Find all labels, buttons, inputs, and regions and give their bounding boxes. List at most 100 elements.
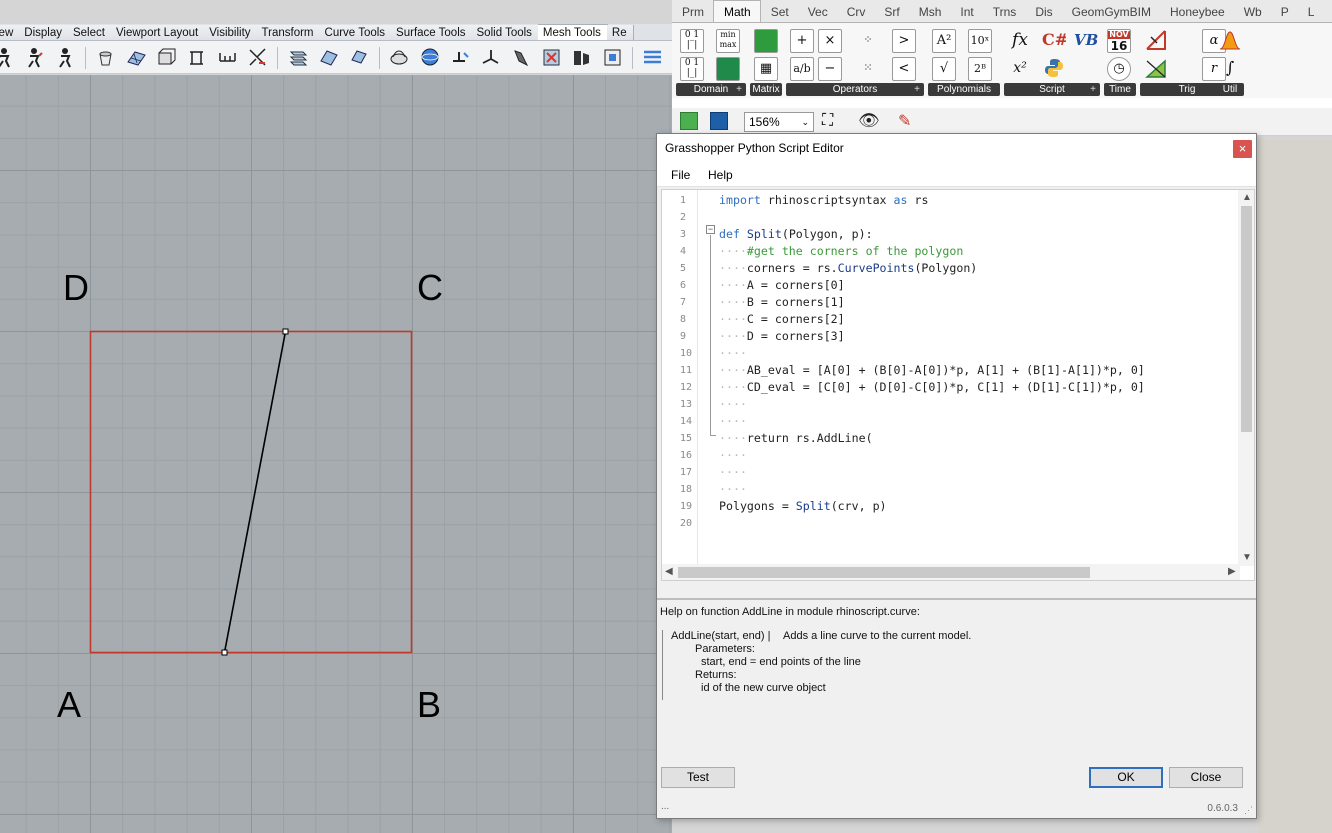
calendar-icon[interactable]: NOV 16 (1107, 29, 1131, 53)
gaussian-icon[interactable] (1218, 29, 1242, 53)
perspective-viewport[interactable]: D C A B (0, 75, 672, 833)
smaller-than-icon[interactable]: < (892, 57, 916, 81)
rhino-tab-curve-tools[interactable]: Curve Tools (319, 25, 393, 40)
gh-tab-m[interactable]: M (1323, 1, 1332, 22)
gh-tab-wb[interactable]: Wb (1234, 1, 1271, 22)
integral-icon[interactable]: ∫ (1218, 57, 1242, 81)
rhino-tab-render[interactable]: Re (606, 25, 634, 40)
close-button[interactable]: Close (1169, 767, 1243, 788)
mesh-from-surface-icon[interactable] (389, 47, 410, 68)
mesh-stack-icon[interactable] (288, 47, 309, 68)
ok-button[interactable]: OK (1089, 767, 1163, 788)
preview-eye-icon[interactable]: 👁 (858, 111, 880, 131)
gh-tab-vec[interactable]: Vec (798, 1, 837, 22)
scroll-left-icon[interactable]: ◀ (665, 566, 673, 577)
multiplication-icon[interactable]: × (818, 29, 842, 53)
subtraction-icon[interactable]: − (818, 57, 842, 81)
triangle-trigonometry-icon[interactable] (1144, 57, 1168, 81)
gh-tab-msh[interactable]: Msh (909, 1, 951, 22)
gh-tab-geomgymbim[interactable]: GeomGymBIM (1062, 1, 1160, 22)
mesh-faces-icon[interactable] (642, 47, 663, 68)
close-icon[interactable]: × (1233, 140, 1252, 158)
mesh-cylinder-icon[interactable] (186, 47, 207, 68)
vertical-scroll-thumb[interactable] (1241, 206, 1252, 432)
group-label-polynomials[interactable]: Polynomials (928, 83, 1000, 96)
gh-tab-srf[interactable]: Srf (874, 1, 908, 22)
power-of-ten-icon[interactable]: 10ˣ (968, 29, 992, 53)
group-label-util[interactable]: Util (1216, 83, 1244, 96)
cup-mesh-icon[interactable] (95, 47, 116, 68)
rhino-tab-mesh-tools[interactable]: Mesh Tools (537, 24, 608, 40)
gh-tab-prm[interactable]: Prm (672, 1, 713, 22)
power-of-two-b-icon[interactable]: 2ᴮ (968, 57, 992, 81)
mesh-boolean-icon[interactable] (541, 47, 562, 68)
save-file-icon[interactable] (710, 112, 728, 130)
rhino-tab-display[interactable]: Display (19, 25, 69, 40)
mesh-extract-icon[interactable] (450, 47, 471, 68)
rhino-tab-surface-tools[interactable]: Surface Tools (391, 25, 473, 40)
group-label-script[interactable]: Script + (1004, 83, 1100, 96)
mesh-grid-icon[interactable] (217, 47, 238, 68)
addition-icon[interactable]: + (790, 29, 814, 53)
mesh-patch-icon[interactable] (318, 47, 339, 68)
rhino-tab-transform[interactable]: Transform (256, 25, 321, 40)
gh-tab-l[interactable]: L (1298, 1, 1324, 22)
grasshopper-canvas[interactable] (1258, 140, 1332, 833)
gh-tab-trns[interactable]: Trns (983, 1, 1026, 22)
test-button[interactable]: Test (661, 767, 735, 788)
mesh-reduce-icon[interactable] (602, 47, 623, 68)
rhino-tab-viewport-layout[interactable]: Viewport Layout (110, 25, 206, 40)
square-root-icon[interactable]: √ (932, 57, 956, 81)
horizontal-scrollbar[interactable]: ◀ ▶ (662, 564, 1240, 580)
rhino-tab-select[interactable]: Select (67, 25, 112, 40)
fold-toggle-icon[interactable]: − (706, 225, 715, 234)
mesh-split-icon[interactable] (247, 47, 268, 68)
right-trigonometry-icon[interactable] (1144, 29, 1168, 53)
zoom-dropdown[interactable]: 156% ⌄ (744, 112, 814, 132)
gh-tab-p[interactable]: P (1271, 1, 1298, 22)
open-file-icon[interactable] (680, 112, 698, 130)
code-editor[interactable]: 1 2 3 4 5 6 7 8 9 10 11 12 13 14 15 16 1… (661, 189, 1255, 581)
mesh-trim-icon[interactable] (480, 47, 501, 68)
larger-than-icon[interactable]: > (892, 29, 916, 53)
gh-tab-crv[interactable]: Crv (837, 1, 875, 22)
scroll-right-icon[interactable]: ▶ (1228, 566, 1236, 577)
csharp-script-icon[interactable]: C# (1042, 29, 1066, 53)
vertical-scrollbar[interactable]: ▲ ▼ (1238, 190, 1254, 566)
gh-tab-int[interactable]: Int (950, 1, 982, 22)
group-label-operators[interactable]: Operators + (786, 83, 924, 96)
python-script-icon[interactable] (1042, 57, 1066, 81)
rhino-tab-visibility[interactable]: Visibility (204, 25, 258, 40)
power-of-two-icon[interactable]: A² (932, 29, 956, 53)
mesh-box-icon[interactable] (156, 47, 177, 68)
division-icon[interactable]: a/b (790, 57, 814, 81)
gh-tab-set[interactable]: Set (761, 1, 798, 22)
scroll-down-icon[interactable]: ▼ (1242, 552, 1252, 563)
display-matrix-icon[interactable]: ▦ (754, 57, 778, 81)
menu-file[interactable]: File (671, 168, 690, 182)
matrix-icon[interactable] (754, 29, 778, 53)
clock-icon[interactable]: ◷ (1107, 57, 1131, 81)
expression-icon[interactable]: fx (1008, 29, 1032, 53)
divide-domain-icon[interactable] (716, 57, 740, 81)
rhino-tab-view[interactable]: iew (0, 25, 21, 40)
mesh-repair-icon[interactable] (571, 47, 592, 68)
remap-icon[interactable]: 0 1 |_| (680, 57, 704, 81)
horizontal-scroll-thumb[interactable] (678, 567, 1090, 578)
menu-help[interactable]: Help (708, 168, 733, 182)
sketch-pen-icon[interactable]: ✎ (898, 111, 911, 131)
rhino-tab-solid-tools[interactable]: Solid Tools (471, 25, 539, 40)
vb-script-icon[interactable]: VB (1074, 29, 1098, 53)
resize-grip-icon[interactable]: ⋰ (1244, 805, 1253, 816)
construct-domain-icon[interactable]: 0 1 |‾| (680, 29, 704, 53)
zoom-extents-icon[interactable]: ⛶ (822, 112, 833, 130)
gh-tab-honeybee[interactable]: Honeybee (1160, 1, 1234, 22)
mesh-unroll-icon[interactable] (511, 47, 532, 68)
walkabout-icon[interactable] (0, 47, 15, 68)
mesh-sphere-icon[interactable] (420, 47, 441, 68)
group-label-domain[interactable]: Domain + (676, 83, 746, 96)
walk-camera-icon[interactable] (55, 47, 76, 68)
editor-title-bar[interactable]: Grasshopper Python Script Editor × (657, 134, 1256, 163)
mesh-plane-icon[interactable] (126, 47, 147, 68)
walk-icon[interactable] (24, 47, 45, 68)
